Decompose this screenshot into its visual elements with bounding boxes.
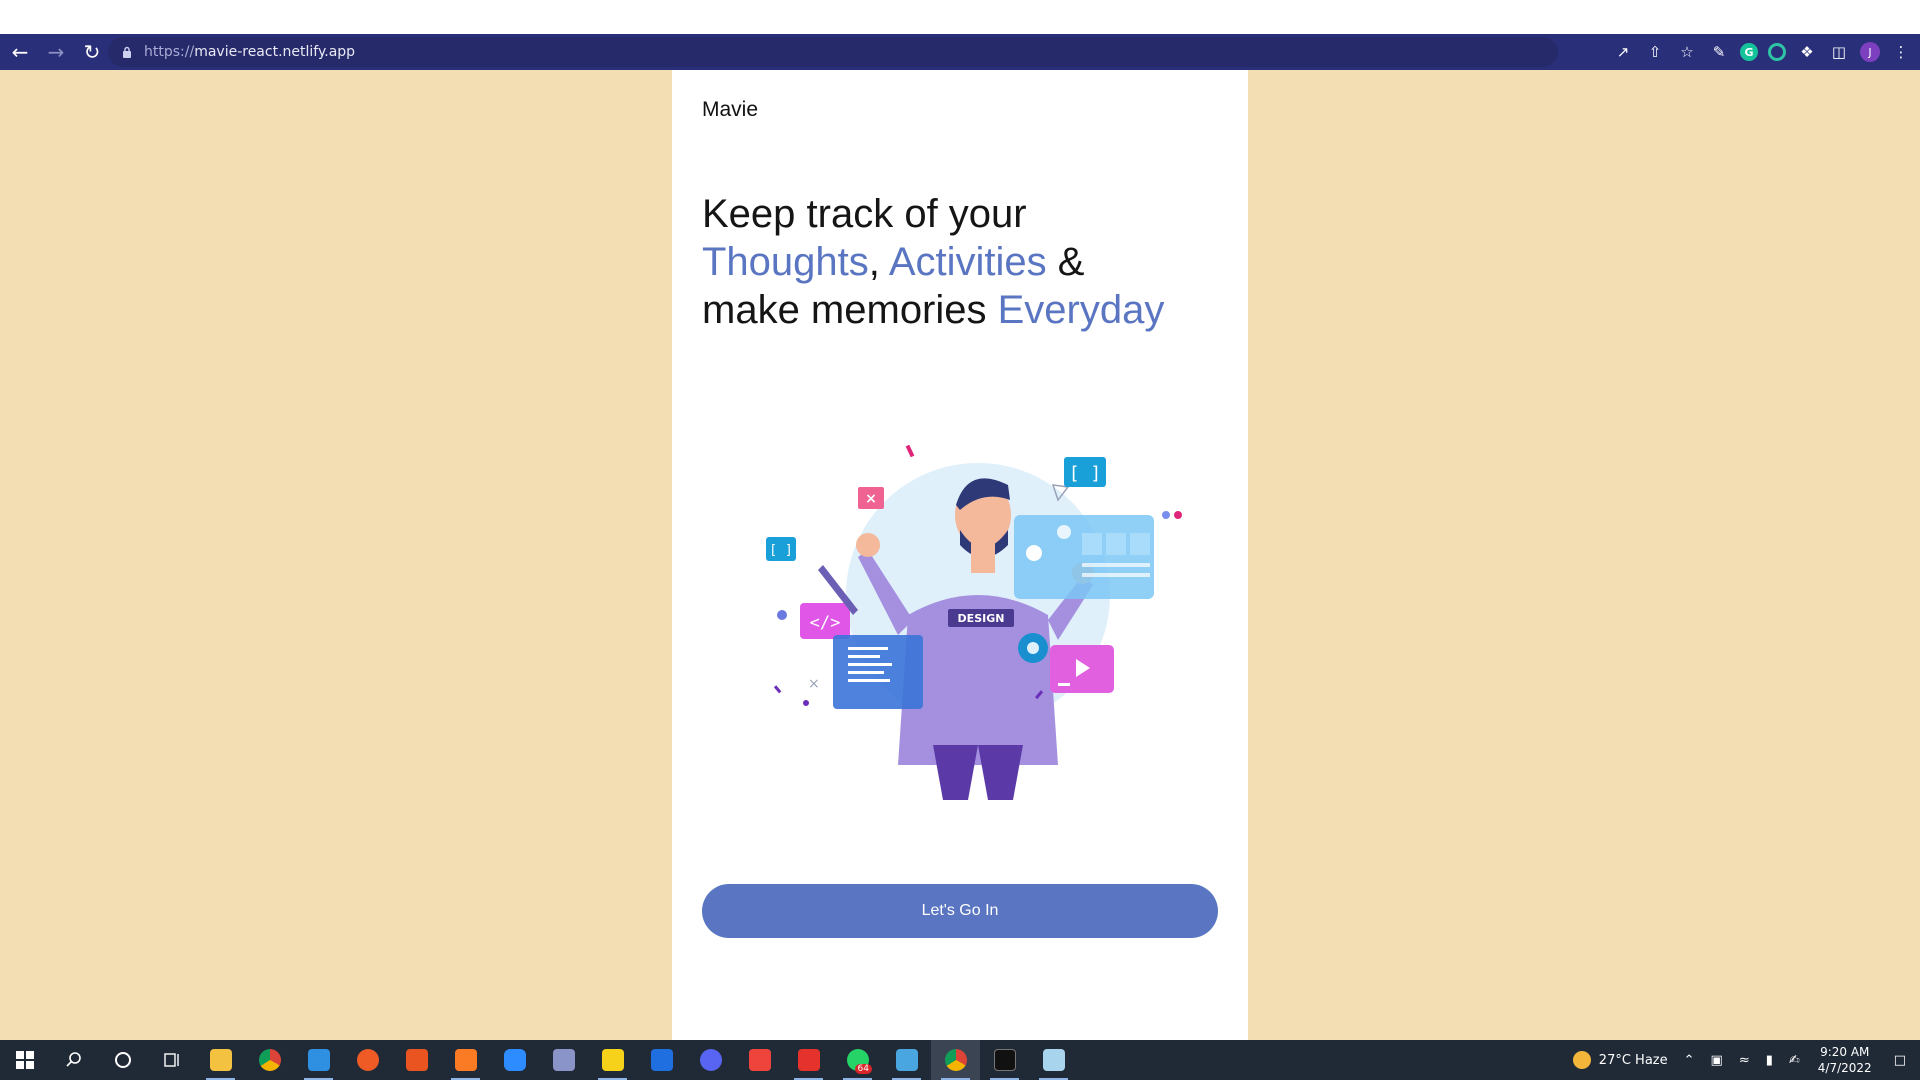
lets-go-in-button[interactable]: Let's Go In: [702, 884, 1218, 938]
taskbar-trello[interactable]: [637, 1040, 686, 1080]
zoom-icon: [503, 1049, 526, 1071]
profile-avatar[interactable]: J: [1860, 42, 1880, 62]
svg-text:×: ×: [808, 676, 820, 692]
headline-activities: Activities: [888, 240, 1047, 284]
battery-icon[interactable]: ▮: [1766, 1053, 1773, 1068]
url-host: mavie-react.netlify.app: [194, 44, 356, 60]
headline-line3: make memories: [702, 288, 998, 332]
taskbar-postman[interactable]: [343, 1040, 392, 1080]
url-scheme: https://: [144, 44, 195, 60]
network-app-icon: [552, 1049, 575, 1071]
extension-pen-icon[interactable]: ✎: [1708, 41, 1730, 63]
svg-text:[ ]: [ ]: [769, 543, 792, 558]
taskbar-network-app[interactable]: [539, 1040, 588, 1080]
back-button[interactable]: ←: [4, 36, 36, 68]
taskbar-vivaldi[interactable]: [784, 1040, 833, 1080]
start-button[interactable]: [0, 1040, 49, 1080]
taskbar-chrome[interactable]: [245, 1040, 294, 1080]
whatsapp-unread-badge: 64: [854, 1064, 872, 1074]
headline-comma: ,: [868, 240, 880, 284]
side-panel-icon[interactable]: ◫: [1828, 41, 1850, 63]
taskbar-file-explorer[interactable]: [196, 1040, 245, 1080]
taskbar-vscode[interactable]: [294, 1040, 343, 1080]
pen-workspace-icon[interactable]: ✍: [1789, 1053, 1800, 1068]
bookmark-star-icon[interactable]: ☆: [1676, 41, 1698, 63]
xampp-icon: [454, 1049, 477, 1071]
system-tray: 27°C Haze ⌃ ▣ ≈ ▮ ✍ 9:20 AM 4/7/2022 □: [1565, 1040, 1920, 1080]
action-center-icon[interactable]: □: [1894, 1053, 1906, 1068]
notepad-icon: [1042, 1049, 1065, 1071]
design-badge-text: DESIGN: [958, 612, 1005, 625]
svg-text:×: ×: [865, 491, 877, 507]
tray-overflow-chevron-icon[interactable]: ⌃: [1684, 1053, 1695, 1068]
weather-text: 27°C Haze: [1598, 1052, 1668, 1068]
terminal-icon: [993, 1049, 1016, 1071]
postman-icon: [356, 1049, 379, 1071]
taskbar-ubuntu[interactable]: [392, 1040, 441, 1080]
clock-date: 4/7/2022: [1817, 1061, 1872, 1075]
trello-icon: [650, 1049, 673, 1071]
menu-kebab-icon[interactable]: ⋮: [1890, 41, 1912, 63]
share-icon[interactable]: ⇧: [1644, 41, 1666, 63]
discord-icon: [699, 1049, 722, 1071]
clock-time: 9:20 AM: [1820, 1045, 1870, 1059]
open-in-app-icon[interactable]: ↗: [1612, 41, 1634, 63]
cortana-icon: [114, 1052, 131, 1068]
reload-button[interactable]: ↻: [76, 36, 108, 68]
taskbar-chrome-profile[interactable]: [931, 1040, 980, 1080]
hero-headline: Keep track of your Thoughts, Activities …: [702, 190, 1232, 334]
browser-toolbar: ← → ↻ https:// mavie-react.netlify.app ↗…: [0, 34, 1920, 70]
taskbar-clock[interactable]: 9:20 AM 4/7/2022: [1818, 1044, 1872, 1076]
chrome-profile-icon: [944, 1049, 967, 1071]
taskbar-sticky-notes[interactable]: [588, 1040, 637, 1080]
task-view-button[interactable]: [147, 1040, 196, 1080]
task-view-icon: [163, 1053, 179, 1067]
sticky-notes-icon: [601, 1049, 624, 1071]
headline-amp: &: [1046, 240, 1085, 284]
taskbar-xampp[interactable]: [441, 1040, 490, 1080]
file-explorer-icon: [209, 1049, 232, 1071]
taskbar-zoom[interactable]: [490, 1040, 539, 1080]
svg-text:[ ]: [ ]: [1069, 463, 1102, 484]
target-extension-icon[interactable]: [1768, 43, 1786, 61]
taskbar-discord[interactable]: [686, 1040, 735, 1080]
headline-line1: Keep track of your: [702, 192, 1027, 236]
brand-logo-text: Mavie: [702, 98, 759, 121]
window-title-strip: [0, 0, 1920, 34]
grammarly-extension-icon[interactable]: G: [1740, 43, 1758, 61]
cortana-button[interactable]: [98, 1040, 147, 1080]
search-button[interactable]: [49, 1040, 98, 1080]
taskbar-whatsapp[interactable]: 64: [833, 1040, 882, 1080]
remote-desktop-icon: [895, 1049, 918, 1071]
extensions-puzzle-icon[interactable]: ❖: [1796, 41, 1818, 63]
designer-illustration: [ ] [ ] DESIGN × </> ×: [766, 445, 1182, 800]
search-icon: [65, 1052, 81, 1067]
windows-taskbar: 64 27°C Haze ⌃ ▣ ≈ ▮ ✍ 9:20 AM 4/7/2022 …: [0, 1040, 1920, 1080]
weather-widget[interactable]: 27°C Haze: [1572, 1051, 1668, 1069]
taskbar-remote-desktop[interactable]: [882, 1040, 931, 1080]
forward-button[interactable]: →: [40, 36, 72, 68]
taskbar-anydesk[interactable]: [735, 1040, 784, 1080]
meet-now-icon[interactable]: ▣: [1711, 1053, 1723, 1068]
headline-thoughts: Thoughts: [702, 240, 869, 284]
wifi-icon[interactable]: ≈: [1739, 1053, 1750, 1068]
svg-text:</>: </>: [810, 613, 841, 633]
windows-logo-icon: [15, 1051, 34, 1069]
ubuntu-icon: [405, 1049, 428, 1071]
address-bar[interactable]: https:// mavie-react.netlify.app: [108, 37, 1558, 67]
taskbar-terminal[interactable]: [980, 1040, 1029, 1080]
anydesk-icon: [748, 1049, 771, 1071]
taskbar-notepad[interactable]: [1029, 1040, 1078, 1080]
headline-everyday: Everyday: [997, 288, 1165, 332]
weather-sun-icon: [1572, 1051, 1591, 1069]
vivaldi-icon: [797, 1049, 820, 1071]
lock-icon[interactable]: [120, 45, 134, 59]
landing-card: Mavie Keep track of your Thoughts, Activ…: [672, 70, 1248, 1040]
vscode-icon: [307, 1049, 330, 1071]
chrome-icon: [258, 1049, 281, 1071]
